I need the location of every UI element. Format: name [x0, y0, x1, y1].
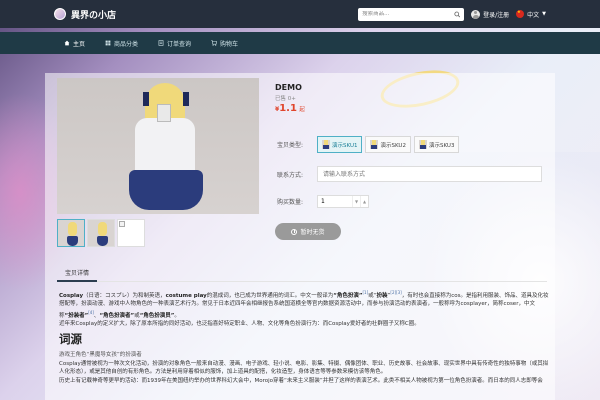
price-unit: 起	[299, 107, 305, 113]
thumbnail-image[interactable]	[117, 219, 145, 247]
quantity-label: 购买数量:	[277, 199, 304, 206]
sku-row: 宝贝类型: 演示SKU1 演示SKU2 演示SKU3	[277, 136, 462, 153]
price-value: 1.1	[279, 103, 297, 114]
quantity-input[interactable]	[318, 196, 352, 207]
china-flag-icon	[516, 9, 525, 18]
description-paragraph: Cosplay通常被视为一种次文化活动，扮演的对象角色一般来自动漫、漫画、电子游…	[59, 360, 549, 376]
thumbnail-image[interactable]	[57, 219, 85, 247]
description-paragraph: 历史上有记载神奇等更早的活动：而1939年在美国纽约举办的世界科幻大会中，Mor…	[59, 377, 543, 384]
sku-option-label: 演示SKU3	[428, 142, 455, 149]
section-heading: 词源	[59, 331, 82, 346]
nav-label: 订单查询	[167, 40, 192, 48]
login-button[interactable]: 登录/注册	[471, 9, 510, 19]
nav-item-orders[interactable]: 订单查询	[148, 32, 201, 54]
product-card: DEMO 已售 0+ ¥1.1 起 宝贝类型: 演示SKU1 演示SKU2 演示…	[45, 73, 555, 400]
sku-option-label: 演示SKU2	[380, 142, 406, 149]
login-label: 登录/注册	[483, 11, 510, 19]
image-hair-ribbon	[143, 92, 149, 106]
image-figure-body	[135, 118, 195, 178]
image-figure-skirt	[129, 170, 203, 210]
language-label: 中文	[527, 11, 540, 19]
detail-tabs: 宝贝详情	[57, 266, 547, 282]
logo-icon	[54, 8, 66, 20]
nav-item-cart[interactable]: 购物车	[201, 32, 248, 54]
sku-option[interactable]: 演示SKU1	[317, 136, 363, 153]
home-icon	[64, 40, 70, 46]
sku-thumbnail	[370, 140, 379, 149]
sku-label: 宝贝类型:	[277, 142, 304, 149]
grid-icon	[105, 40, 111, 46]
thumbnail-strip	[57, 219, 145, 247]
quantity-decrement-button[interactable]: ▼	[352, 196, 360, 207]
search-box	[358, 7, 465, 21]
tab-details[interactable]: 宝贝详情	[57, 266, 98, 282]
cart-icon	[211, 40, 218, 46]
buy-button[interactable]: 暂时无货	[275, 223, 341, 240]
language-selector[interactable]: 中文 ▼	[516, 9, 546, 19]
clock-icon	[291, 228, 298, 235]
search-icon[interactable]	[453, 11, 461, 18]
product-info: DEMO 已售 0+ ¥1.1 起	[275, 83, 540, 114]
image-hair-ribbon	[183, 92, 189, 106]
sku-thumbnail	[322, 140, 330, 149]
nav-item-home[interactable]: 主页	[54, 32, 95, 54]
sku-option-label: 演示SKU1	[332, 142, 358, 149]
product-title: DEMO	[275, 83, 302, 92]
sku-option[interactable]: 演示SKU3	[413, 136, 460, 153]
main-nav: 主页 商品分类 订单查询 购物车	[0, 32, 600, 54]
product-price: ¥1.1 起	[275, 103, 540, 114]
product-description: Cosplay（日语：コスプレ）为和制英语，costume play的混成词，也…	[59, 289, 549, 385]
thumbnail-image[interactable]	[87, 219, 115, 247]
contact-label: 联系方式:	[277, 171, 304, 179]
sold-count: 已售 0+	[275, 96, 296, 102]
contact-input[interactable]	[317, 166, 542, 182]
quantity-stepper: ▼ ▲	[317, 195, 369, 208]
image-phone	[157, 104, 171, 122]
nav-label: 主页	[73, 40, 86, 48]
description-paragraph: Cosplay（日语：コスプレ）为和制英语，costume play的混成词，也…	[59, 290, 549, 319]
site-name: 異界の小店	[71, 10, 117, 21]
order-icon	[158, 40, 164, 46]
nav-item-categories[interactable]: 商品分类	[95, 32, 148, 54]
broken-image-icon	[119, 221, 125, 227]
nav-label: 购物车	[220, 40, 239, 48]
sku-thumbnail	[418, 140, 427, 149]
reference-link[interactable]: [2][3]	[390, 290, 401, 295]
product-main-image[interactable]	[57, 78, 259, 214]
top-header: 異界の小店 登录/注册 中文 ▼	[0, 0, 600, 28]
brand[interactable]: 異界の小店	[54, 8, 116, 21]
contact-row: 联系方式:	[277, 166, 542, 182]
chevron-down-icon: ▼	[542, 11, 546, 17]
term-cosplay: Cosplay	[59, 292, 84, 299]
header-actions: 登录/注册 中文 ▼	[358, 7, 546, 21]
image-caption: 游戏王角色“黑魔导女孩”的扮演者	[59, 352, 142, 359]
quantity-row: 购买数量: ▼ ▲	[277, 195, 369, 208]
quantity-increment-button[interactable]: ▲	[360, 196, 368, 207]
nav-label: 商品分类	[114, 40, 139, 48]
user-icon	[471, 9, 481, 19]
buy-button-label: 暂时无货	[300, 229, 325, 236]
search-input[interactable]	[362, 11, 454, 17]
sku-option[interactable]: 演示SKU2	[365, 136, 411, 153]
description-paragraph: 近年来Cosplay的定义扩大，除了原本所指的同好活动，也泛指喜好特定职业、人物…	[59, 321, 420, 328]
